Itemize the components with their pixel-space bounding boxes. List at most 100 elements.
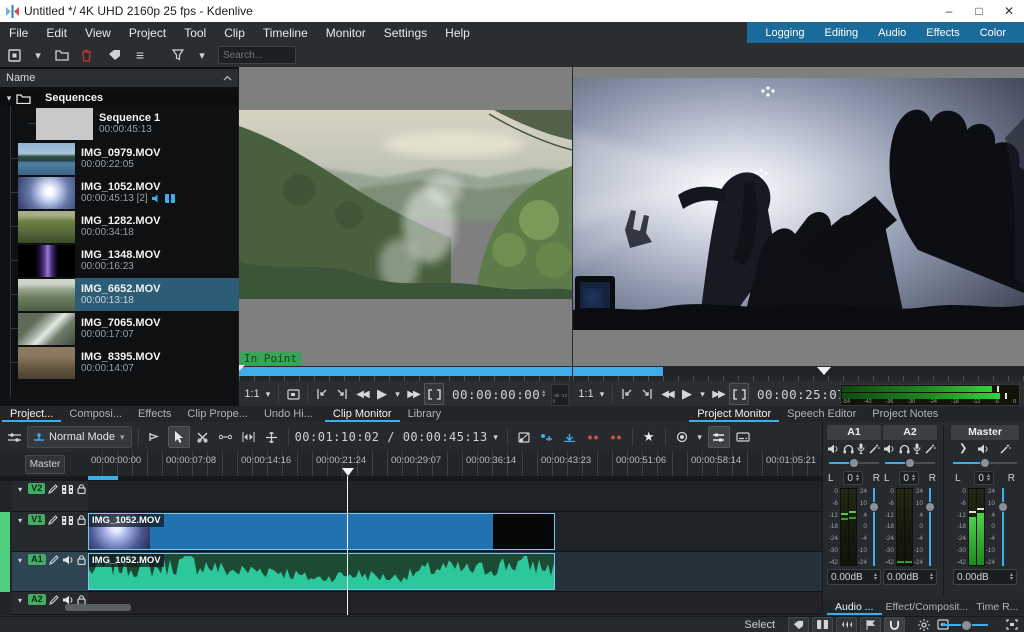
record-mic-icon[interactable] xyxy=(913,443,921,454)
bin-name-header[interactable]: Name xyxy=(0,69,238,87)
gain-value[interactable]: 0.00dB▴▾ xyxy=(883,569,937,585)
edit-mode-select[interactable]: Normal Mode ▾ xyxy=(27,426,132,448)
tab-audio-mixer[interactable]: Audio ... xyxy=(827,600,882,615)
bin-item-sequence1[interactable]: Sequence 1 00:00:45:13 xyxy=(36,107,256,140)
minimize-button[interactable]: – xyxy=(934,0,964,22)
effects-wand-icon[interactable] xyxy=(869,443,880,454)
timeline-master-button[interactable]: Master xyxy=(25,455,65,474)
track-header-v2[interactable]: ▾ V2 xyxy=(12,481,88,512)
balance-slider[interactable] xyxy=(953,457,1017,469)
menu-view[interactable]: View xyxy=(76,26,120,40)
close-button[interactable]: ✕ xyxy=(994,0,1024,22)
clip-monitor-seekbar[interactable] xyxy=(239,367,572,376)
lock-icon[interactable] xyxy=(76,554,88,566)
fit-zoom-icon[interactable] xyxy=(1006,619,1018,630)
timeline-playhead-marker[interactable] xyxy=(342,468,354,476)
favorite-effects-star-icon[interactable]: ★ xyxy=(639,427,659,447)
track-collapse-icon[interactable]: ▾ xyxy=(14,594,26,606)
menu-file[interactable]: File xyxy=(0,26,37,40)
folder-expand-caret-icon[interactable]: ▾ xyxy=(2,93,16,104)
menu-clip[interactable]: Clip xyxy=(215,26,254,40)
track-collapse-icon[interactable]: ▾ xyxy=(14,514,26,526)
bin-item-img0979[interactable]: IMG_0979.MOV 00:00:22:05 xyxy=(18,142,238,175)
set-out-point-icon[interactable] xyxy=(638,384,656,404)
track-badge[interactable]: V1 xyxy=(28,514,45,525)
target-indicator-v1[interactable] xyxy=(0,512,10,552)
set-in-point-icon[interactable] xyxy=(313,384,331,404)
tab-project-monitor[interactable]: Project Monitor xyxy=(689,407,779,422)
track-badge[interactable]: V2 xyxy=(28,483,45,494)
tab-project-bin[interactable]: Project... xyxy=(2,407,61,422)
loop-zone-button[interactable] xyxy=(424,383,444,405)
video-clip-img1052[interactable]: IMG_1052.MOV xyxy=(88,513,555,550)
volume-slider[interactable] xyxy=(998,488,1008,566)
track-header-a1[interactable]: ▾ A1 xyxy=(12,552,88,592)
track-collapse-icon[interactable]: ▾ xyxy=(14,483,26,495)
markers-flag-button[interactable] xyxy=(860,617,881,632)
tab-library[interactable]: Library xyxy=(400,407,450,422)
edit-pencil-icon[interactable] xyxy=(47,483,59,495)
bin-item-img8395[interactable]: IMG_8395.MOV 00:00:14:07 xyxy=(18,346,238,379)
zoom-caret-icon[interactable]: ▾ xyxy=(597,384,607,404)
mute-speaker-icon[interactable] xyxy=(978,443,989,454)
track-target-icon[interactable] xyxy=(145,427,165,447)
collapse-chevron-icon[interactable] xyxy=(223,75,232,81)
video-thumbnails-button[interactable] xyxy=(812,617,833,632)
timecode-caret-icon[interactable]: ▾ xyxy=(491,427,501,447)
search-input[interactable] xyxy=(218,46,296,64)
video-track-icon[interactable] xyxy=(62,483,74,495)
audio-thumbnails-button[interactable] xyxy=(836,617,857,632)
tab-clip-monitor[interactable]: Clip Monitor xyxy=(325,407,400,422)
remove-space-red-icon[interactable] xyxy=(606,427,626,447)
volume-slider[interactable] xyxy=(869,488,879,566)
tab-effects[interactable]: Effects xyxy=(130,407,179,422)
filter-button[interactable] xyxy=(168,45,188,65)
track-lane-a2[interactable] xyxy=(88,592,822,615)
balance-value[interactable]: 0▴▾ xyxy=(974,471,994,485)
tab-compositions[interactable]: Composi... xyxy=(61,407,130,422)
bin-folder-sequences[interactable]: ▾ Sequences xyxy=(0,90,238,106)
track-badge[interactable]: A2 xyxy=(28,594,46,605)
workspace-logging[interactable]: Logging xyxy=(755,27,814,39)
maximize-button[interactable]: □ xyxy=(964,0,994,22)
snap-magnet-button[interactable] xyxy=(884,617,905,632)
channel-label[interactable]: Master xyxy=(951,425,1019,440)
track-collapse-icon[interactable]: ▾ xyxy=(14,554,26,566)
workspace-color[interactable]: Color xyxy=(970,27,1016,39)
mute-speaker-icon[interactable] xyxy=(884,443,895,454)
volume-slider[interactable] xyxy=(925,488,935,566)
subtitle-tool-icon[interactable] xyxy=(733,427,753,447)
workspace-effects[interactable]: Effects xyxy=(916,27,969,39)
audio-track-icon[interactable] xyxy=(62,554,74,566)
tab-undo-history[interactable]: Undo Hi... xyxy=(256,407,321,422)
razor-tool-button[interactable] xyxy=(193,427,213,447)
mixer-toggle-button[interactable] xyxy=(708,426,730,448)
channel-label[interactable]: A2 xyxy=(883,425,937,440)
balance-slider[interactable] xyxy=(885,457,935,469)
fast-forward-button[interactable]: ▶▶ xyxy=(404,384,422,404)
bin-item-img6652-selected[interactable]: IMG_6652.MOV 00:00:13:18 xyxy=(18,278,238,311)
bin-item-img1052[interactable]: IMG_1052.MOV 00:00:45:13 [2] xyxy=(18,176,238,209)
balance-value[interactable]: 0▴▾ xyxy=(899,471,919,485)
mute-speaker-icon[interactable] xyxy=(828,443,839,454)
loop-zone-button[interactable] xyxy=(729,383,749,405)
monitor-zoom-level[interactable]: 1:1 xyxy=(243,384,261,404)
gain-value[interactable]: 0.00dB▴▾ xyxy=(953,569,1017,585)
track-lane-a1[interactable]: IMG_1052.MOV xyxy=(88,552,822,592)
timeline-timecode[interactable]: 00:01:10:02 / 00:00:45:13 xyxy=(295,430,488,444)
view-mode-icon[interactable]: ≡ xyxy=(130,45,150,65)
track-lane-v1[interactable]: IMG_1052.MOV xyxy=(88,512,822,552)
monitor-timecode[interactable]: 00:00:00:00 xyxy=(452,387,540,402)
target-indicator-a1[interactable] xyxy=(0,552,10,592)
set-out-point-icon[interactable] xyxy=(333,384,351,404)
play-button[interactable]: ▶ xyxy=(373,384,391,404)
add-clip-button[interactable] xyxy=(4,45,24,65)
channel-label[interactable]: A1 xyxy=(827,425,881,440)
record-mic-icon[interactable] xyxy=(857,443,865,454)
record-icon[interactable] xyxy=(672,427,692,447)
record-caret-icon[interactable]: ▾ xyxy=(695,427,705,447)
monitor-overlay-icon[interactable] xyxy=(284,384,302,404)
project-monitor-seekbar[interactable] xyxy=(573,367,1024,376)
menu-edit[interactable]: Edit xyxy=(37,26,76,40)
favorite-effect-red-icon[interactable] xyxy=(583,427,603,447)
